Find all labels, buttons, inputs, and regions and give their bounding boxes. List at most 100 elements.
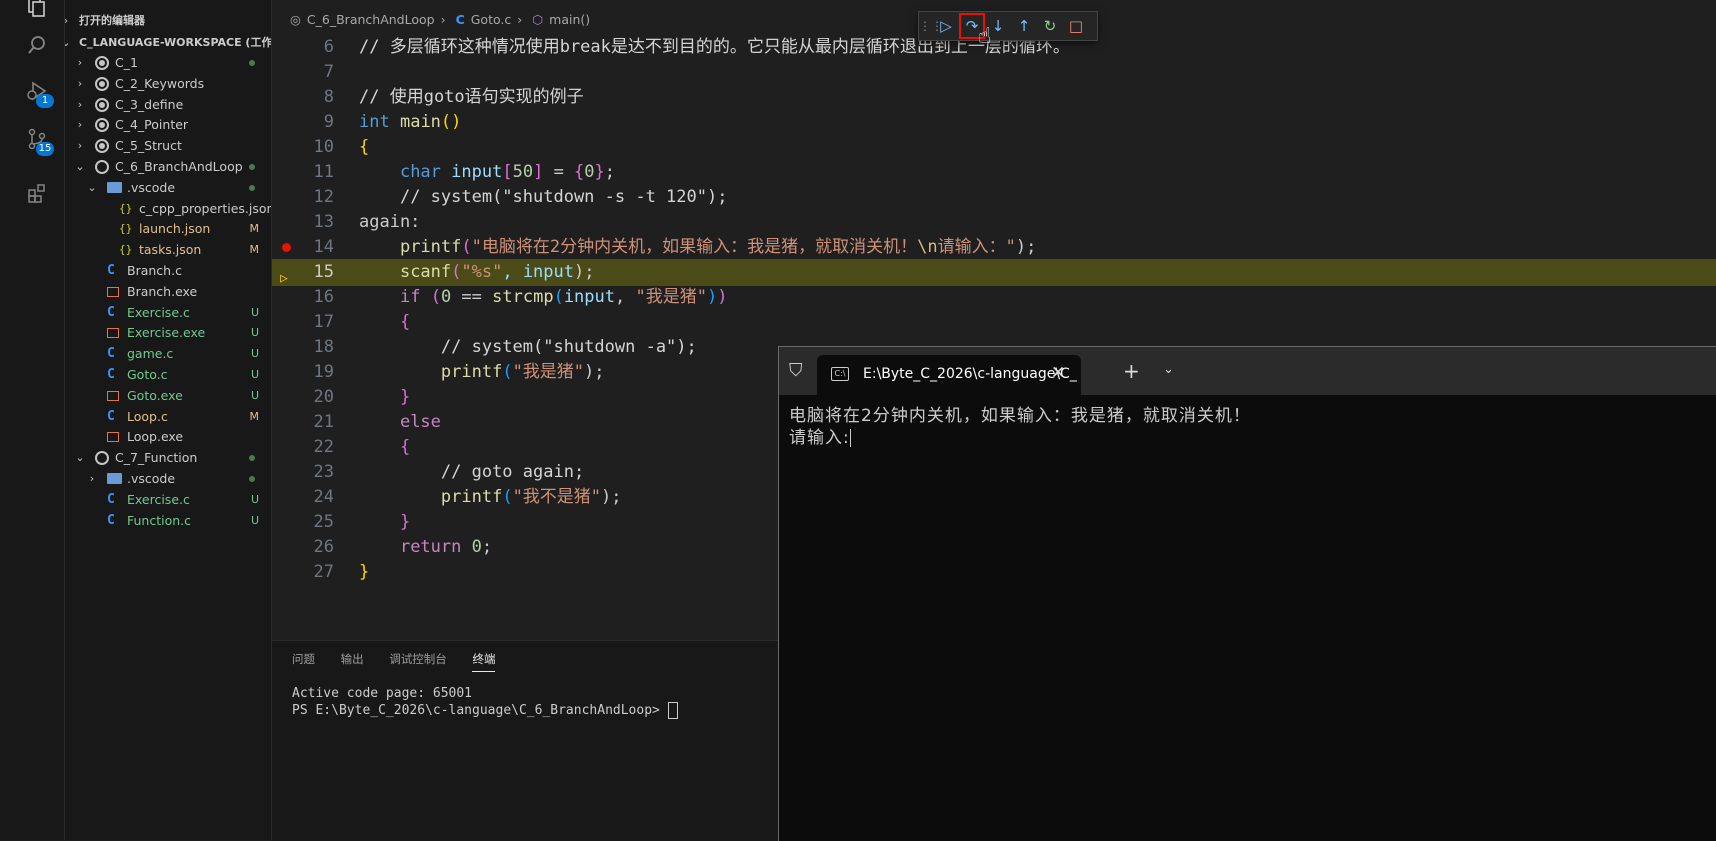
- tree-item-label: C_5_Struct: [115, 138, 182, 154]
- tree-item[interactable]: Loop.exe: [65, 426, 271, 448]
- run-debug-icon[interactable]: 1: [22, 76, 54, 108]
- tree-item[interactable]: › C_4_Pointer: [65, 114, 271, 136]
- breadcrumb-symbol[interactable]: main(): [549, 12, 590, 27]
- close-icon[interactable]: ✕: [1051, 363, 1065, 383]
- integrated-terminal[interactable]: Active code page: 65001 PS E:\Byte_C_202…: [292, 685, 678, 719]
- code-line-14: 14 printf("电脑将在2分钟内关机，如果输入：我是猪，就取消关机！\n请…: [272, 234, 1716, 261]
- tree-item[interactable]: Exercise.exe U: [65, 322, 271, 344]
- line-number: 21: [313, 412, 334, 432]
- function-name: scanf: [399, 262, 452, 282]
- search-icon[interactable]: [22, 30, 52, 60]
- tree-item[interactable]: Branch.exe: [65, 281, 271, 303]
- chevron-down-icon[interactable]: ⌄: [1163, 362, 1174, 377]
- tab-terminal[interactable]: 终端: [472, 651, 496, 672]
- vscode-folder-icon: [107, 473, 122, 484]
- terminal-tab[interactable]: C:\ E:\Byte_C_2026\c-language\C_ ✕: [817, 355, 1081, 395]
- tree-item[interactable]: ⌄ C_6_BranchAndLoop: [65, 156, 271, 178]
- tree-item[interactable]: {} c_cpp_properties.json: [65, 198, 271, 220]
- tab-debug-console[interactable]: 调试控制台: [389, 651, 447, 671]
- tree-item[interactable]: › C_3_define: [65, 94, 271, 116]
- exe-file-icon: [107, 432, 119, 443]
- workspace-header[interactable]: ⌄ C_LANGUAGE-WORKSPACE (工作区): [65, 32, 271, 54]
- exe-file-icon: [107, 286, 119, 297]
- keyword: if: [399, 287, 421, 307]
- git-status-badge: M: [249, 243, 260, 257]
- line-number: 26: [313, 537, 334, 557]
- tree-item-label: Function.c: [127, 512, 192, 528]
- breadcrumb: ◎ C_6_BranchAndLoop › C Goto.c › ⬡ main(): [290, 12, 596, 27]
- c-file-icon: C: [107, 346, 115, 362]
- terminal-cursor: [667, 702, 678, 719]
- tree-item[interactable]: {} launch.json M: [65, 218, 271, 240]
- breadcrumb-file[interactable]: Goto.c: [471, 12, 512, 27]
- operator: =: [543, 162, 575, 182]
- tree-item[interactable]: › .vscode: [65, 468, 271, 490]
- chevron-right-icon: ›: [89, 472, 95, 485]
- tab-output[interactable]: 输出: [341, 651, 364, 671]
- chevron-right-icon: ›: [517, 12, 523, 27]
- tree-item[interactable]: C Exercise.c U: [65, 489, 271, 511]
- tree-item-label: Loop.exe: [127, 429, 184, 445]
- operator: ==: [451, 287, 493, 307]
- tree-item[interactable]: › C_1: [65, 52, 271, 74]
- breadcrumb-folder[interactable]: C_6_BranchAndLoop: [307, 12, 435, 27]
- terminal-line: Active code page: 65001: [292, 686, 473, 701]
- string-literal: "我不是猪": [512, 487, 602, 507]
- tree-item[interactable]: C Exercise.c U: [65, 302, 271, 324]
- open-editors-header[interactable]: › 打开的编辑器: [65, 10, 271, 32]
- git-status-badge: U: [250, 347, 259, 361]
- git-status-badge: U: [250, 513, 259, 527]
- step-out-icon[interactable]: ↑: [1011, 13, 1037, 39]
- stop-icon[interactable]: □: [1063, 13, 1089, 39]
- terminal-tab-bar: ⛉ C:\ E:\Byte_C_2026\c-language\C_ ✕ + ⌄: [779, 347, 1716, 395]
- string-literal: "我是猪": [635, 287, 707, 307]
- tree-item[interactable]: ⌄ .vscode: [65, 177, 271, 199]
- tree-item[interactable]: C Branch.c: [65, 260, 271, 282]
- extensions-icon[interactable]: [22, 178, 52, 208]
- code-line-11: 11 char input[50] = {0};: [272, 159, 1716, 186]
- keyword: return: [399, 537, 462, 557]
- tab-problems[interactable]: 问题: [292, 651, 315, 671]
- explorer-icon[interactable]: [22, 0, 52, 22]
- drag-handle-icon[interactable]: ⋮⋮: [919, 19, 943, 33]
- line-number: 22: [313, 437, 334, 457]
- code-comment: // system("shutdown -s -t 120");: [399, 187, 728, 207]
- function-name: printf: [440, 487, 503, 507]
- new-tab-plus-icon[interactable]: +: [1123, 359, 1140, 383]
- chevron-right-icon: ›: [65, 10, 73, 32]
- cmd-icon: C:\: [831, 367, 849, 381]
- terminal-tab-title: E:\Byte_C_2026\c-language\C_: [863, 366, 1077, 382]
- number: 0: [471, 537, 482, 557]
- root-folder-icon: [95, 160, 109, 174]
- string-literal: "电脑将在2分钟内关机，如果输入：我是猪，就取消关机！: [471, 237, 918, 257]
- line-number: 18: [313, 337, 334, 357]
- json-file-icon: {}: [119, 222, 133, 236]
- tree-item[interactable]: C Loop.c M: [65, 406, 271, 428]
- tree-item[interactable]: ⌄ C_7_Function: [65, 447, 271, 469]
- punctuation: );: [1015, 237, 1037, 257]
- root-folder-icon: [95, 139, 109, 154]
- tree-item[interactable]: › C_5_Struct: [65, 135, 271, 157]
- string-literal: "%s": [461, 262, 503, 282]
- line-number: 16: [313, 287, 334, 307]
- code-line-16: 16 if (0 == strcmp(input, "我是猪")): [272, 284, 1716, 311]
- chevron-down-icon: ⌄: [75, 160, 85, 173]
- string-literal: "我是猪": [512, 362, 585, 382]
- punctuation: );: [601, 487, 622, 507]
- continue-icon[interactable]: ▷: [933, 13, 959, 39]
- console-output[interactable]: 电脑将在2分钟内关机，如果输入：我是猪，就取消关机！ 请输入:: [789, 405, 1251, 449]
- tree-item-label: Branch.exe: [127, 283, 198, 299]
- source-control-icon[interactable]: 15: [22, 124, 54, 156]
- line-number: 11: [313, 162, 334, 182]
- chevron-down-icon: ⌄: [87, 180, 97, 194]
- tree-item[interactable]: C Goto.c U: [65, 364, 271, 386]
- tree-item[interactable]: {} tasks.json M: [65, 239, 271, 261]
- tree-item[interactable]: Goto.exe U: [65, 385, 271, 407]
- bracket: {: [399, 312, 411, 332]
- restart-icon[interactable]: ↻: [1037, 13, 1063, 39]
- c-file-icon: C: [107, 408, 115, 424]
- tree-item[interactable]: C Function.c U: [65, 510, 271, 532]
- tree-item[interactable]: › C_2_Keywords: [65, 73, 271, 95]
- tree-item[interactable]: Cgame.c U: [65, 343, 271, 365]
- bracket: }: [359, 562, 370, 582]
